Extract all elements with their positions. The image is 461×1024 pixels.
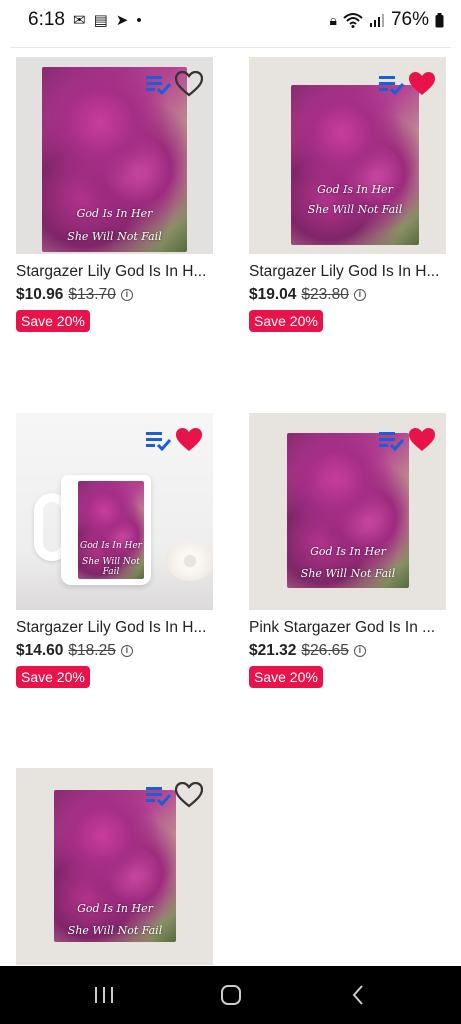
favorite-heart-icon[interactable] xyxy=(175,427,203,453)
sale-price: $19.04 xyxy=(249,286,297,303)
info-icon[interactable]: i xyxy=(120,289,133,301)
puzzle-artwork: God Is In Her She Will Not Fail xyxy=(287,433,409,588)
price-row: $10.96 $13.70 i xyxy=(16,286,213,304)
battery-percent: 76% xyxy=(390,9,429,30)
art-text-line: She Will Not Fail xyxy=(300,567,396,580)
donut-prop xyxy=(166,541,213,581)
art-text-line: God Is In Her xyxy=(80,541,142,551)
status-time: 6:18 xyxy=(28,9,65,30)
product-title[interactable]: Stargazer Lily God Is In H... xyxy=(16,619,213,637)
art-text-line: God Is In Her xyxy=(310,545,386,558)
dot-icon: • xyxy=(136,11,142,29)
art-text-line: God Is In Her xyxy=(77,902,153,915)
signal-icon xyxy=(369,14,384,27)
calendar-icon: ▤ xyxy=(93,11,108,29)
original-price: $23.80 xyxy=(301,286,349,303)
lock-icon: 🔒︎ xyxy=(329,11,337,28)
favorite-heart-icon[interactable] xyxy=(408,427,436,453)
product-image[interactable]: God Is In Her She Will Not Fail xyxy=(16,413,213,610)
puzzle-artwork: God Is In Her She Will Not Fail xyxy=(54,790,176,942)
discount-badge: Save 20% xyxy=(16,666,90,688)
art-text-line: She Will Not Fail xyxy=(67,230,162,243)
original-price: $13.70 xyxy=(68,286,116,303)
product-image[interactable]: God Is In Her She Will Not Fail xyxy=(249,57,446,254)
mug-artwork: God Is In Her She Will Not Fail xyxy=(78,481,144,579)
product-image[interactable]: God Is In Her She Will Not Fail xyxy=(16,768,213,965)
sale-price: $10.96 xyxy=(16,286,64,303)
back-icon xyxy=(352,985,363,1005)
info-icon[interactable]: i xyxy=(353,645,366,657)
product-card[interactable]: God Is In Her She Will Not Fail Stargaze… xyxy=(16,57,213,332)
mail-icon: ✉ xyxy=(72,11,86,29)
wifi-icon xyxy=(343,13,363,28)
add-to-collection-icon[interactable] xyxy=(378,73,404,95)
recent-apps-button[interactable] xyxy=(84,975,124,1015)
price-row: $21.32 $26.65 i xyxy=(249,642,446,660)
home-button[interactable] xyxy=(211,975,251,1015)
product-card[interactable]: God Is In Her She Will Not Fail xyxy=(16,768,213,965)
original-price: $18.25 xyxy=(68,642,116,659)
home-icon xyxy=(220,985,241,1005)
info-icon[interactable]: i xyxy=(353,289,366,301)
header-divider xyxy=(10,47,451,48)
recent-apps-icon xyxy=(94,987,113,1003)
status-bar: 6:18 ✉ ▤ ➤ • 🔒︎ 76% xyxy=(0,0,461,40)
price-row: $14.60 $18.25 i xyxy=(16,642,213,660)
info-icon[interactable]: i xyxy=(120,645,133,657)
art-text-line: She Will Not Fail xyxy=(67,924,163,937)
original-price: $26.65 xyxy=(301,642,349,659)
discount-badge: Save 20% xyxy=(16,310,90,332)
favorite-heart-icon[interactable] xyxy=(175,71,203,97)
back-button[interactable] xyxy=(338,975,378,1015)
battery-icon xyxy=(435,12,444,27)
art-text-line: God Is In Her xyxy=(317,183,393,196)
favorite-heart-icon[interactable] xyxy=(408,71,436,97)
add-to-collection-icon[interactable] xyxy=(378,429,404,451)
price-row: $19.04 $23.80 i xyxy=(249,286,446,304)
favorite-heart-icon[interactable] xyxy=(175,782,203,808)
discount-badge: Save 20% xyxy=(249,310,323,332)
product-card[interactable]: God Is In Her She Will Not Fail Stargaze… xyxy=(249,57,446,332)
discount-badge: Save 20% xyxy=(249,666,323,688)
sale-price: $14.60 xyxy=(16,642,64,659)
art-text-line: God Is In Her xyxy=(76,207,153,220)
puzzle-artwork: God Is In Her She Will Not Fail xyxy=(291,85,419,245)
product-title[interactable]: Stargazer Lily God Is In H... xyxy=(16,263,213,281)
system-nav-bar xyxy=(0,966,461,1024)
sale-price: $21.32 xyxy=(249,642,297,659)
product-title[interactable]: Pink Stargazer God Is In ... xyxy=(249,619,446,637)
product-card[interactable]: God Is In Her She Will Not Fail Pink Sta… xyxy=(249,413,446,688)
add-to-collection-icon[interactable] xyxy=(145,429,171,451)
art-text-line: She Will Not Fail xyxy=(82,557,140,577)
product-image[interactable]: God Is In Her She Will Not Fail xyxy=(16,57,213,254)
product-title[interactable]: Stargazer Lily God Is In H... xyxy=(249,263,446,281)
product-image[interactable]: God Is In Her She Will Not Fail xyxy=(249,413,446,610)
add-to-collection-icon[interactable] xyxy=(145,784,171,806)
product-card[interactable]: God Is In Her She Will Not Fail Stargaze… xyxy=(16,413,213,688)
telegram-icon: ➤ xyxy=(115,11,129,29)
add-to-collection-icon[interactable] xyxy=(145,73,171,95)
art-text-line: She Will Not Fail xyxy=(307,203,403,216)
